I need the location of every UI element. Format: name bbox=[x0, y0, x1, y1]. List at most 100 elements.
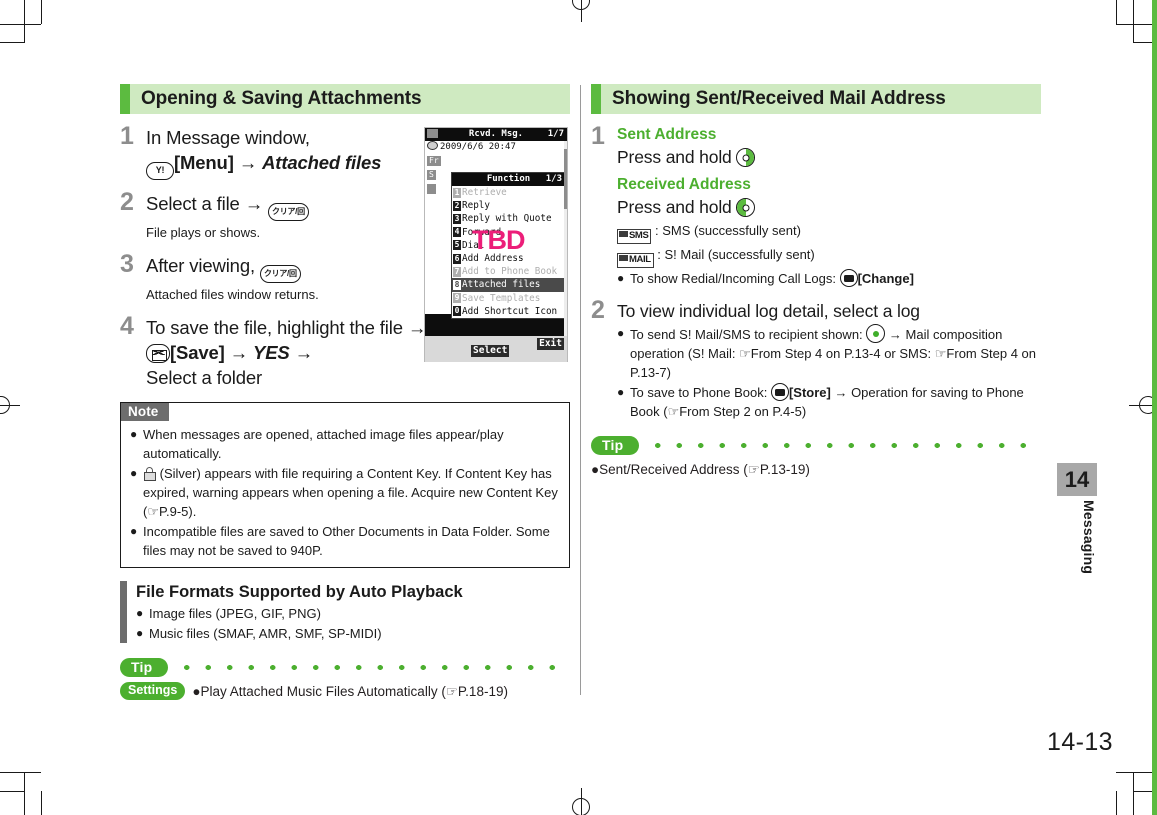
subject-tag: S bbox=[427, 170, 436, 180]
function-menu-counter: 1/3 bbox=[545, 174, 562, 184]
bullet-icon: ● bbox=[617, 326, 625, 340]
nav-key-right-icon bbox=[736, 148, 756, 167]
menu-key: 2 bbox=[453, 200, 461, 211]
softkey-select[interactable]: Select bbox=[471, 345, 510, 357]
menu-key: 9 bbox=[453, 293, 461, 304]
section-accent-bar bbox=[120, 84, 130, 114]
clear-key-icon: クリア/回 bbox=[268, 203, 309, 221]
chapter-number-tab: 14 bbox=[1057, 463, 1097, 496]
menu-key: 8 bbox=[453, 279, 461, 290]
phone-screen-mock: Rcvd. Msg. 1/7 2009/6/6 20:47 Fr S Funct… bbox=[424, 127, 568, 362]
note-box: Note ● When messages are opened, attache… bbox=[120, 402, 570, 568]
note-item: ● When messages are opened, attached ima… bbox=[130, 425, 560, 463]
menu-item-save-templates[interactable]: 9 Save Templates bbox=[452, 292, 565, 305]
bullet-icon: ● bbox=[130, 524, 138, 538]
note-item-text: When messages are opened, attached image… bbox=[143, 427, 504, 461]
step-1-target: Attached files bbox=[262, 152, 382, 173]
mail-key-icon bbox=[146, 344, 170, 363]
mail-envelope-icon bbox=[427, 129, 438, 138]
phone-title-bar: Rcvd. Msg. 1/7 bbox=[425, 128, 567, 141]
bullet-icon: ● bbox=[617, 271, 625, 285]
step-4-save-label: [Save] bbox=[170, 342, 225, 363]
softkey-exit[interactable]: Exit bbox=[537, 338, 564, 350]
step-4-text-d: Select a folder bbox=[146, 367, 263, 388]
section-title: Opening & Saving Attachments bbox=[141, 88, 422, 109]
menu-label: Add Shortcut Icon bbox=[462, 305, 558, 317]
format-item: ● Music files (SMAF, AMR, SMF, SP-MIDI) bbox=[136, 624, 463, 643]
registration-mark-top bbox=[570, 0, 594, 24]
note-item: ● Incompatible files are saved to Other … bbox=[130, 522, 560, 560]
menu-key: 4 bbox=[453, 227, 461, 238]
bullet-icon: ● bbox=[130, 466, 138, 480]
chapter-label: Messaging bbox=[1081, 500, 1097, 575]
step-number: 2 bbox=[591, 296, 605, 324]
step-2-bullet: ● To save to Phone Book: [Store] → Opera… bbox=[617, 383, 1041, 421]
note-item: ● (Silver) appears with file requiring a… bbox=[130, 464, 560, 521]
bullet-icon: ● bbox=[136, 626, 144, 640]
phone-scrollbar[interactable] bbox=[564, 141, 567, 336]
tip-row-right: ●Sent/Received Address (☞P.13-19) bbox=[591, 460, 1041, 479]
center-key-icon bbox=[866, 324, 886, 343]
mail-legend-text: : S! Mail (successfully sent) bbox=[657, 247, 815, 262]
tip-strip-right: Tip bbox=[591, 436, 1041, 455]
arrow-icon: → bbox=[244, 193, 264, 214]
yahoo-key-icon: Y! bbox=[146, 162, 174, 180]
step-2-bullet: ● To send S! Mail/SMS to recipient shown… bbox=[617, 324, 1041, 382]
phone-timestamp: 2009/6/6 20:47 bbox=[440, 142, 516, 152]
step-4-yes: YES bbox=[253, 342, 290, 363]
arrow-icon: → bbox=[229, 342, 249, 363]
function-menu-header: Function 1/3 bbox=[452, 173, 565, 186]
step-1-menu-label: [Menu] bbox=[174, 152, 234, 173]
phone-timestamp-row: 2009/6/6 20:47 bbox=[425, 141, 564, 154]
menu-item-reply[interactable]: 2 Reply bbox=[452, 199, 565, 212]
arrow-icon: → bbox=[294, 342, 314, 363]
bullet-icon: ● bbox=[136, 606, 144, 620]
phone-body: 2009/6/6 20:47 Fr S Function 1/3 1 Retrie… bbox=[425, 141, 567, 336]
page-spine-accent bbox=[1152, 0, 1157, 815]
tip-strip-left: Tip bbox=[120, 658, 570, 677]
received-address-action: Press and hold bbox=[617, 197, 732, 217]
send-mail-pre-text: To send S! Mail/SMS to recipient shown: bbox=[630, 327, 863, 342]
menu-item-attached-files[interactable]: 8 Attached files bbox=[452, 278, 565, 292]
menu-key: 6 bbox=[453, 253, 461, 264]
bullet-icon: ● bbox=[617, 385, 625, 399]
step-4-text-a: To save the file, highlight the file bbox=[146, 317, 403, 338]
step-number: 4 bbox=[120, 312, 134, 340]
registration-mark-bottom bbox=[570, 788, 594, 815]
phone-softkey-bar: Select Exit bbox=[425, 336, 567, 362]
menu-item-add-shortcut-icon[interactable]: 0 Add Shortcut Icon bbox=[452, 305, 565, 318]
section-header-attachments: Opening & Saving Attachments bbox=[120, 84, 570, 114]
step-1-bullet: ● To show Redial/Incoming Call Logs: [Ch… bbox=[617, 269, 1041, 288]
tip-text: ●Play Attached Music Files Automatically… bbox=[192, 684, 508, 699]
change-key-label: [Change] bbox=[857, 271, 914, 286]
function-key-icon bbox=[770, 383, 789, 401]
sms-legend-text: : SMS (successfully sent) bbox=[655, 223, 801, 238]
phone-title-text: Rcvd. Msg. bbox=[468, 129, 524, 139]
note-heading: Note bbox=[121, 403, 170, 421]
menu-label: Attached files bbox=[462, 279, 541, 291]
menu-label: Retrieve bbox=[462, 187, 507, 199]
arrow-icon: → bbox=[238, 152, 258, 173]
menu-item-add-to-phone-book[interactable]: 7 Add to Phone Book bbox=[452, 265, 565, 278]
tip-label: Tip bbox=[591, 436, 640, 455]
tip-row-settings: Settings ●Play Attached Music Files Auto… bbox=[120, 682, 570, 701]
section-accent-bar bbox=[591, 84, 601, 114]
section-title: Showing Sent/Received Mail Address bbox=[612, 88, 946, 109]
step-2-text: Select a file bbox=[146, 193, 240, 214]
step-number: 1 bbox=[591, 122, 605, 150]
menu-label: Reply with Quote bbox=[462, 213, 552, 225]
function-key-icon bbox=[839, 269, 858, 287]
step-3-text: After viewing, bbox=[146, 255, 255, 276]
step-2-lead: To view individual log detail, select a … bbox=[617, 301, 920, 321]
bullet-icon: ● bbox=[130, 427, 138, 441]
menu-item-retrieve[interactable]: 1 Retrieve bbox=[452, 186, 565, 199]
column-divider bbox=[580, 85, 581, 695]
file-formats-section: File Formats Supported by Auto Playback … bbox=[120, 581, 570, 643]
received-address-heading: Received Address bbox=[617, 176, 751, 193]
menu-key: 1 bbox=[453, 187, 461, 198]
format-item: ● Image files (JPEG, GIF, PNG) bbox=[136, 604, 463, 623]
menu-item-reply-with-quote[interactable]: 3 Reply with Quote bbox=[452, 212, 565, 225]
manual-page: Opening & Saving Attachments 1 In Messag… bbox=[0, 0, 1157, 815]
menu-label: Add to Phone Book bbox=[462, 266, 558, 278]
tip-text: ●Sent/Received Address (☞P.13-19) bbox=[591, 462, 810, 477]
